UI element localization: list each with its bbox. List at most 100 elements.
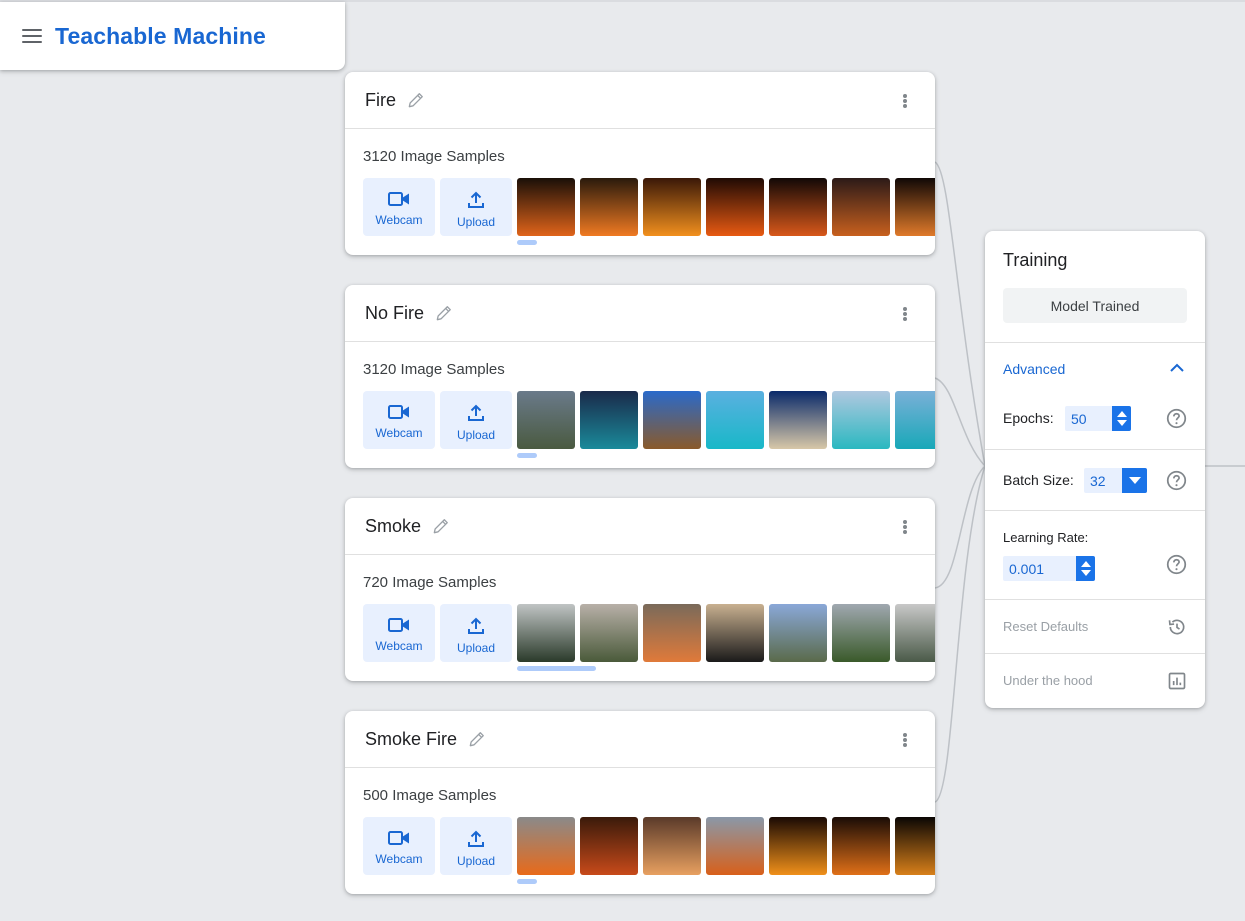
- more-vert-icon[interactable]: [897, 306, 913, 322]
- class-name[interactable]: No Fire: [365, 303, 424, 324]
- videocam-icon: [388, 831, 409, 845]
- videocam-icon: [388, 618, 409, 632]
- webcam-label: Webcam: [375, 213, 423, 227]
- epochs-label: Epochs:: [1003, 410, 1054, 426]
- divider: [985, 449, 1205, 450]
- sample-thumbnail[interactable]: [517, 178, 575, 236]
- epochs-input[interactable]: 50: [1065, 406, 1131, 431]
- train-model-button[interactable]: Model Trained: [1003, 288, 1187, 323]
- help-icon[interactable]: [1166, 408, 1187, 429]
- thumbnail-scrollbar[interactable]: [517, 879, 537, 884]
- class-card: Fire 3120 Image Samples Webcam Upload: [345, 72, 935, 255]
- sample-count: 720 Image Samples: [363, 574, 497, 591]
- class-card-header: Fire: [345, 72, 935, 129]
- sample-thumbnail[interactable]: [832, 604, 890, 662]
- batch-size-select[interactable]: 32: [1084, 468, 1147, 493]
- hamburger-menu-icon[interactable]: [22, 29, 42, 43]
- sample-thumbnail[interactable]: [895, 604, 935, 662]
- sample-thumbnail[interactable]: [580, 604, 638, 662]
- class-card-header: Smoke: [345, 498, 935, 555]
- sample-thumbnail[interactable]: [706, 391, 764, 449]
- upload-label: Upload: [456, 641, 496, 655]
- more-vert-icon[interactable]: [897, 732, 913, 748]
- sample-thumbnails: [517, 178, 935, 236]
- class-card-header: No Fire: [345, 285, 935, 342]
- sample-thumbnail[interactable]: [895, 817, 935, 875]
- webcam-button[interactable]: Webcam: [363, 604, 435, 662]
- sample-thumbnail[interactable]: [517, 817, 575, 875]
- sample-thumbnail[interactable]: [769, 817, 827, 875]
- webcam-button[interactable]: Webcam: [363, 391, 435, 449]
- sample-thumbnail[interactable]: [580, 817, 638, 875]
- advanced-toggle[interactable]: Advanced: [1003, 361, 1065, 377]
- sample-thumbnail[interactable]: [832, 391, 890, 449]
- chevron-up-icon[interactable]: [1169, 362, 1185, 374]
- upload-button[interactable]: Upload: [440, 604, 512, 662]
- sample-thumbnail[interactable]: [769, 391, 827, 449]
- upload-icon: [468, 191, 484, 208]
- edit-pencil-icon[interactable]: [406, 90, 426, 110]
- edit-pencil-icon[interactable]: [467, 729, 487, 749]
- sample-thumbnail[interactable]: [643, 604, 701, 662]
- thumbnail-scrollbar[interactable]: [517, 453, 537, 458]
- sample-thumbnail[interactable]: [832, 178, 890, 236]
- upload-icon: [468, 830, 484, 847]
- class-name[interactable]: Fire: [365, 90, 396, 111]
- app-title[interactable]: Teachable Machine: [55, 23, 266, 50]
- sample-count: 3120 Image Samples: [363, 361, 505, 378]
- sample-thumbnail[interactable]: [643, 178, 701, 236]
- sample-thumbnails: [517, 817, 935, 875]
- edit-pencil-icon[interactable]: [434, 303, 454, 323]
- sample-thumbnail[interactable]: [895, 178, 935, 236]
- videocam-icon: [388, 405, 409, 419]
- sample-thumbnail[interactable]: [706, 178, 764, 236]
- thumbnail-scrollbar[interactable]: [517, 666, 596, 671]
- learning-rate-stepper[interactable]: [1076, 556, 1095, 581]
- sample-thumbnail[interactable]: [517, 391, 575, 449]
- batch-size-label: Batch Size:: [1003, 472, 1074, 488]
- class-card-header: Smoke Fire: [345, 711, 935, 768]
- thumbnail-scrollbar[interactable]: [517, 240, 537, 245]
- more-vert-icon[interactable]: [897, 519, 913, 535]
- edit-pencil-icon[interactable]: [431, 516, 451, 536]
- help-icon[interactable]: [1166, 470, 1187, 491]
- videocam-icon: [388, 192, 409, 206]
- sample-thumbnail[interactable]: [706, 817, 764, 875]
- under-the-hood-button[interactable]: Under the hood: [1003, 673, 1093, 688]
- chevron-down-icon[interactable]: [1122, 468, 1147, 493]
- upload-button[interactable]: Upload: [440, 391, 512, 449]
- more-vert-icon[interactable]: [897, 93, 913, 109]
- sample-thumbnail[interactable]: [580, 178, 638, 236]
- class-name[interactable]: Smoke: [365, 516, 421, 537]
- webcam-button[interactable]: Webcam: [363, 817, 435, 875]
- sample-thumbnail[interactable]: [769, 604, 827, 662]
- divider: [985, 653, 1205, 654]
- batch-size-value: 32: [1090, 472, 1106, 489]
- sample-thumbnail[interactable]: [832, 817, 890, 875]
- training-title: Training: [1003, 250, 1068, 270]
- reset-defaults-button[interactable]: Reset Defaults: [1003, 619, 1088, 634]
- sample-thumbnail[interactable]: [769, 178, 827, 236]
- bar-chart-icon[interactable]: [1167, 671, 1187, 691]
- webcam-label: Webcam: [375, 852, 423, 866]
- class-card: Smoke 720 Image Samples Webcam Upload: [345, 498, 935, 681]
- help-icon[interactable]: [1166, 554, 1187, 575]
- class-name[interactable]: Smoke Fire: [365, 729, 457, 750]
- sample-thumbnail[interactable]: [643, 391, 701, 449]
- sample-count: 500 Image Samples: [363, 787, 497, 804]
- upload-button[interactable]: Upload: [440, 817, 512, 875]
- epochs-stepper[interactable]: [1112, 406, 1131, 431]
- sample-thumbnail[interactable]: [895, 391, 935, 449]
- learning-rate-value: 0.001: [1009, 560, 1045, 577]
- divider: [985, 510, 1205, 511]
- sample-thumbnail[interactable]: [643, 817, 701, 875]
- history-icon[interactable]: [1167, 617, 1187, 637]
- sample-thumbnail[interactable]: [517, 604, 575, 662]
- upload-button[interactable]: Upload: [440, 178, 512, 236]
- sample-thumbnail[interactable]: [706, 604, 764, 662]
- upload-label: Upload: [456, 854, 496, 868]
- webcam-button[interactable]: Webcam: [363, 178, 435, 236]
- sample-thumbnail[interactable]: [580, 391, 638, 449]
- upload-label: Upload: [456, 215, 496, 229]
- learning-rate-input[interactable]: 0.001: [1003, 556, 1095, 581]
